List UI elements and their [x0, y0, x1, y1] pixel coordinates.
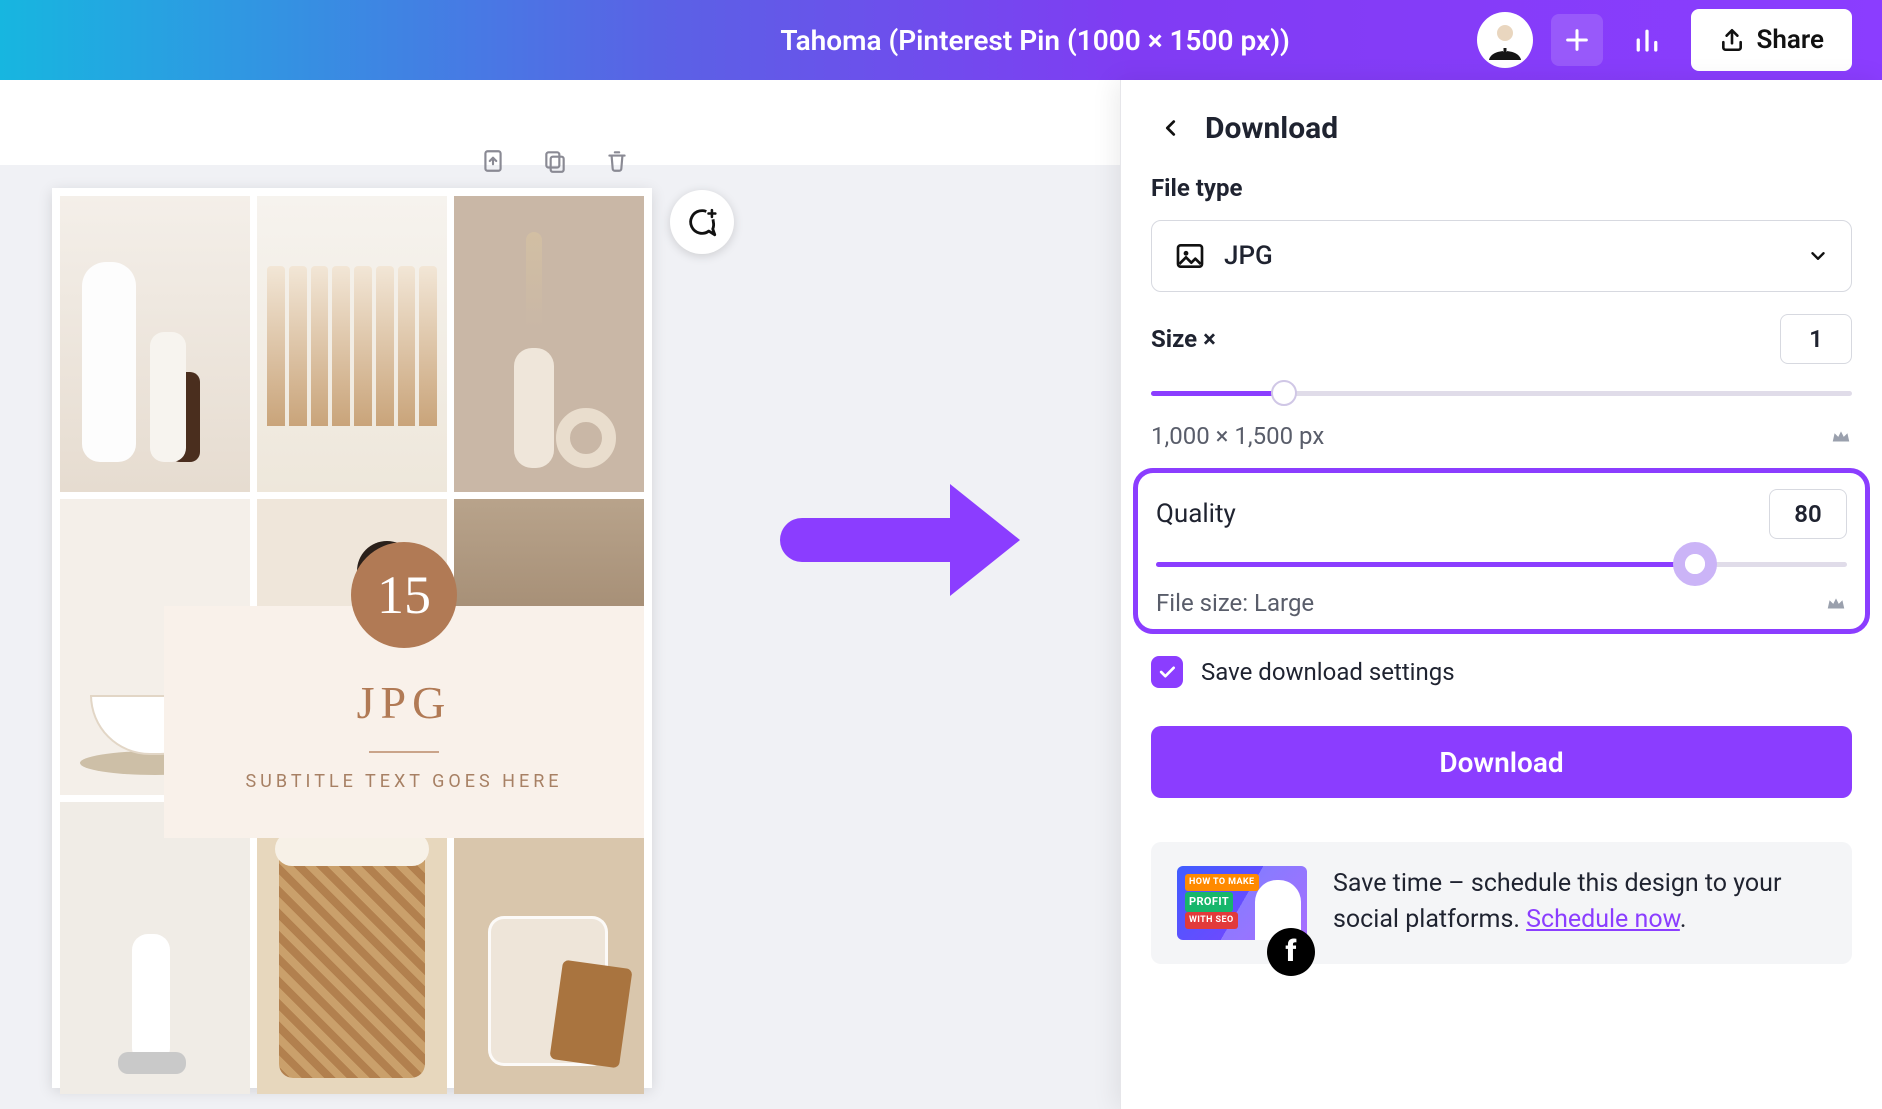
design-preview[interactable]: 15 JPG SUBTITLE TEXT GOES HERE [52, 188, 652, 1088]
share-button-label: Share [1757, 25, 1824, 55]
avatar-person-icon [1485, 20, 1525, 60]
download-button-label: Download [1439, 746, 1563, 779]
document-title[interactable]: Tahoma (Pinterest Pin (1000 × 1500 px)) [780, 24, 1289, 57]
schedule-promo-card: HOW TO MAKE PROFIT WITH SEO Save time – … [1151, 842, 1852, 964]
add-collaborator-button[interactable] [1551, 14, 1603, 66]
save-settings-checkbox[interactable] [1151, 656, 1183, 688]
download-panel: Download File type JPG Size × 1 1,000 × … [1120, 80, 1882, 1109]
bar-chart-icon [1632, 25, 1662, 55]
promo-text-b: . [1680, 905, 1687, 934]
save-settings-row[interactable]: Save download settings [1151, 656, 1852, 688]
tile-7 [60, 802, 250, 1094]
facebook-icon: f [1267, 928, 1315, 976]
file-type-select[interactable]: JPG [1151, 220, 1852, 292]
quality-slider[interactable] [1156, 553, 1847, 575]
quality-file-size-text: File size: Large [1156, 589, 1314, 617]
image-icon [1174, 240, 1206, 272]
promo-text: Save time – schedule this design to your… [1333, 866, 1826, 939]
insights-button[interactable] [1621, 14, 1673, 66]
promo-thumb-tag-a: HOW TO MAKE [1185, 874, 1259, 891]
delete-page-icon[interactable] [604, 148, 630, 174]
tile-3 [454, 196, 644, 492]
page-actions [480, 148, 630, 174]
page-up-icon[interactable] [480, 148, 506, 174]
duplicate-page-icon[interactable] [542, 148, 568, 174]
annotation-arrow [780, 504, 1020, 576]
design-overlay-card: 15 JPG SUBTITLE TEXT GOES HERE [164, 606, 644, 838]
tile-9 [454, 802, 644, 1094]
tile-8 [257, 802, 447, 1094]
quality-section-highlight: Quality 80 File size: Large [1133, 468, 1870, 634]
design-badge-number: 15 [351, 542, 457, 648]
chevron-down-icon [1807, 245, 1829, 267]
panel-title: Download [1205, 111, 1338, 146]
promo-thumb-tag-c: WITH SEO [1185, 912, 1238, 929]
tile-2 [257, 196, 447, 492]
plus-icon [1563, 26, 1591, 54]
save-settings-label: Save download settings [1201, 658, 1455, 686]
design-overlay-divider [369, 751, 439, 753]
size-label: Size × [1151, 325, 1216, 353]
size-slider[interactable] [1151, 382, 1852, 404]
file-type-label: File type [1151, 174, 1852, 202]
panel-back-button[interactable] [1151, 108, 1191, 148]
size-slider-fill [1151, 391, 1284, 396]
add-comment-button[interactable] [670, 190, 734, 254]
quality-label: Quality [1156, 499, 1236, 529]
download-button[interactable]: Download [1151, 726, 1852, 798]
design-overlay-subtitle: SUBTITLE TEXT GOES HERE [245, 771, 562, 792]
top-bar: Tahoma (Pinterest Pin (1000 × 1500 px)) … [0, 0, 1882, 80]
size-slider-thumb[interactable] [1271, 380, 1297, 406]
size-dimensions-text: 1,000 × 1,500 px [1151, 422, 1324, 450]
user-avatar[interactable] [1477, 12, 1533, 68]
share-upload-icon [1719, 27, 1745, 53]
share-button[interactable]: Share [1691, 9, 1852, 71]
quality-slider-fill [1156, 562, 1695, 567]
panel-header: Download [1151, 108, 1852, 148]
check-icon [1157, 662, 1177, 682]
quality-slider-thumb[interactable] [1673, 542, 1717, 586]
schedule-now-link[interactable]: Schedule now [1526, 905, 1680, 934]
file-type-value: JPG [1224, 241, 1273, 271]
chevron-left-icon [1160, 117, 1182, 139]
comment-plus-icon [685, 205, 719, 239]
tile-1 [60, 196, 250, 492]
quality-input[interactable]: 80 [1769, 489, 1847, 539]
crown-icon [1830, 425, 1852, 447]
design-overlay-title: JPG [357, 676, 452, 729]
promo-thumb-tag-b: PROFIT [1185, 892, 1233, 912]
size-multiplier-input[interactable]: 1 [1780, 314, 1852, 364]
crown-icon [1825, 592, 1847, 614]
